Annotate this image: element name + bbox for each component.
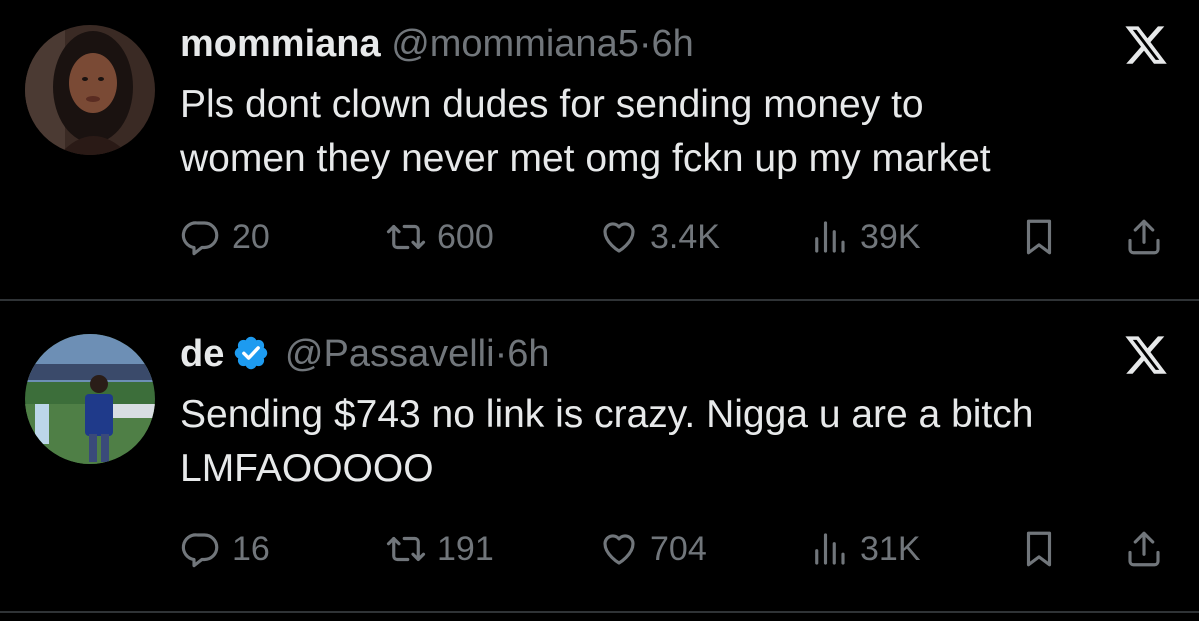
tweet-header: mommiana @mommiana5·6h bbox=[180, 22, 694, 66]
divider bbox=[0, 611, 1199, 613]
bookmark-button[interactable] bbox=[1018, 212, 1060, 262]
bookmark-icon bbox=[1026, 531, 1052, 567]
timestamp[interactable]: 6h bbox=[652, 23, 694, 65]
author-name[interactable]: de bbox=[180, 333, 224, 375]
reply-button[interactable]: 20 bbox=[180, 212, 270, 262]
x-logo-icon bbox=[1125, 336, 1167, 374]
share-button[interactable] bbox=[1123, 524, 1165, 574]
like-count: 3.4K bbox=[650, 217, 720, 256]
heart-icon bbox=[603, 534, 635, 565]
timeline: mommiana @mommiana5·6h Pls dont clown du… bbox=[0, 0, 1199, 621]
like-button[interactable]: 704 bbox=[598, 524, 707, 574]
like-button[interactable]: 3.4K bbox=[598, 212, 720, 262]
separator: · bbox=[494, 333, 508, 375]
retweet-icon bbox=[386, 224, 426, 250]
reply-count: 20 bbox=[232, 217, 270, 256]
retweet-count: 191 bbox=[437, 529, 494, 568]
bookmark-icon bbox=[1026, 219, 1052, 255]
share-button[interactable] bbox=[1123, 212, 1165, 262]
view-count: 39K bbox=[860, 217, 921, 256]
views-icon bbox=[815, 533, 845, 565]
share-icon bbox=[1128, 219, 1160, 255]
tweet[interactable]: mommiana @mommiana5·6h Pls dont clown du… bbox=[0, 0, 1199, 300]
tweet[interactable]: de @Passavelli·6h Sending $743 no link i… bbox=[0, 302, 1199, 612]
share-icon bbox=[1128, 531, 1160, 567]
tweet-text: Pls dont clown dudes for sending money t… bbox=[180, 83, 991, 180]
retweet-button[interactable]: 191 bbox=[385, 524, 494, 574]
bookmark-button[interactable] bbox=[1018, 524, 1060, 574]
action-bar: 16 191 704 31K bbox=[180, 524, 1170, 574]
heart-icon bbox=[603, 222, 635, 253]
retweet-count: 600 bbox=[437, 217, 494, 256]
views-icon bbox=[815, 221, 845, 253]
views-button[interactable]: 31K bbox=[808, 524, 921, 574]
reply-count: 16 bbox=[232, 529, 270, 568]
tweet-text: Sending $743 no link is crazy. Nigga u a… bbox=[180, 393, 1034, 490]
action-bar: 20 600 3.4K 39K bbox=[180, 212, 1170, 262]
reply-icon bbox=[181, 221, 219, 256]
author-handle[interactable]: @Passavelli bbox=[285, 333, 495, 375]
reply-icon bbox=[181, 533, 219, 568]
avatar[interactable] bbox=[25, 334, 155, 464]
avatar[interactable] bbox=[25, 25, 155, 155]
separator: · bbox=[638, 23, 652, 65]
reply-button[interactable]: 16 bbox=[180, 524, 270, 574]
divider bbox=[0, 299, 1199, 301]
view-count: 31K bbox=[860, 529, 921, 568]
x-logo-icon bbox=[1125, 26, 1167, 64]
views-button[interactable]: 39K bbox=[808, 212, 921, 262]
retweet-icon bbox=[386, 536, 426, 562]
tweet-header: de @Passavelli·6h bbox=[180, 332, 550, 376]
author-name[interactable]: mommiana bbox=[180, 23, 381, 65]
verified-badge-icon bbox=[235, 336, 268, 370]
retweet-button[interactable]: 600 bbox=[385, 212, 494, 262]
like-count: 704 bbox=[650, 529, 707, 568]
timestamp[interactable]: 6h bbox=[507, 333, 549, 375]
author-handle[interactable]: @mommiana5 bbox=[391, 23, 639, 65]
